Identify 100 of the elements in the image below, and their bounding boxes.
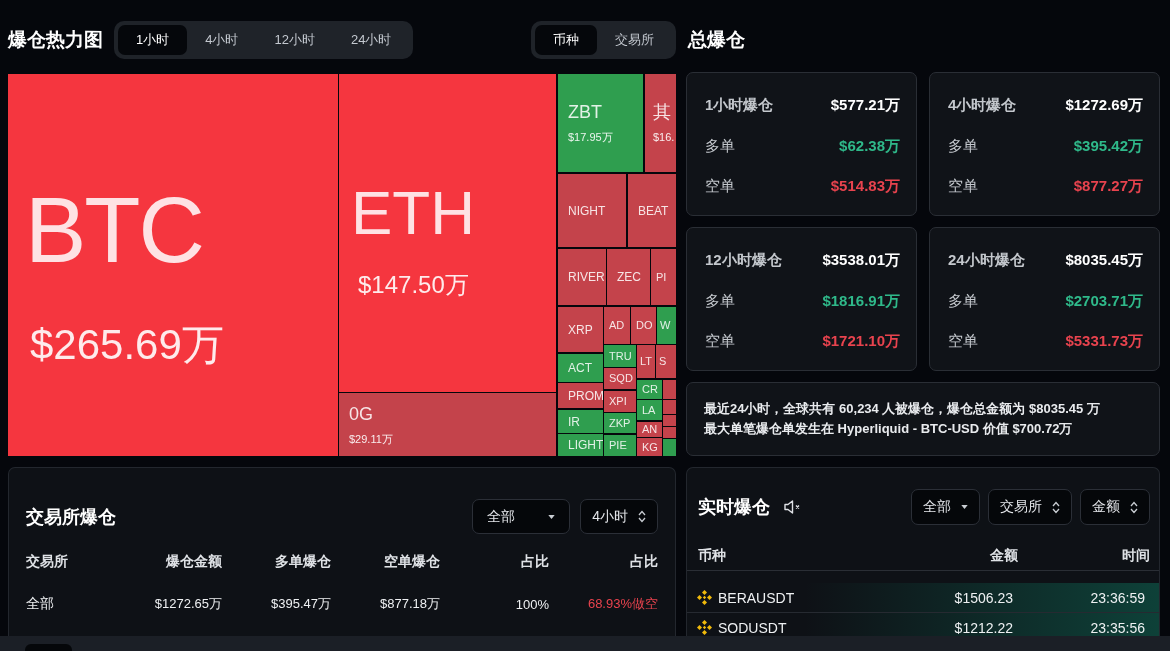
- coin-symbol: NIGHT: [568, 204, 606, 217]
- stat-value: $395.42万: [1073, 136, 1143, 156]
- section-title: 总爆仓: [688, 28, 745, 52]
- range-tab[interactable]: 4小时: [187, 25, 257, 55]
- stat-label: 空单: [705, 177, 735, 197]
- coin-symbol: BTC: [25, 184, 203, 276]
- panel-title: 实时爆仓: [698, 496, 770, 519]
- stat-value: $877.27万: [1073, 177, 1143, 197]
- summary-text: 最近24小时，全球共有 60,234 人被爆仓，爆仓总金额为 $8035.45 万: [704, 402, 1101, 416]
- coin-symbol: TRU: [609, 350, 632, 362]
- time-text: 23:35:56: [1089, 620, 1145, 635]
- coin-symbol: AN: [642, 424, 658, 435]
- column-header: 金额: [989, 546, 1018, 565]
- stat-value: $1816.91万: [822, 291, 900, 311]
- sort-arrows-icon: [1052, 500, 1060, 514]
- stat-label: 空单: [948, 177, 978, 197]
- column-header: 交易所: [26, 553, 69, 571]
- time-text: 23:36:59: [1089, 590, 1145, 605]
- caret-down-icon: [961, 505, 968, 509]
- sort-select[interactable]: 金额: [1080, 489, 1150, 525]
- stat-title: 4小时爆仓: [948, 95, 1017, 115]
- stat-label: 空单: [948, 332, 978, 352]
- stat-title: 24小时爆仓: [948, 250, 1025, 270]
- sort-arrows-icon: [638, 510, 646, 523]
- coin-symbol: 其: [653, 103, 671, 121]
- stat-label: 多单: [705, 291, 735, 311]
- coin-symbol: ETH: [351, 182, 475, 244]
- table-cell-text: 全部: [26, 595, 55, 613]
- sort-arrows-icon: [1130, 500, 1138, 514]
- column-header: 时间: [1121, 546, 1150, 565]
- liquidation-amount: $17.95万: [568, 132, 613, 143]
- range-tab[interactable]: 24小时: [332, 25, 410, 55]
- amount-text: $1212.22: [953, 620, 1013, 635]
- stat-value: $62.38万: [839, 136, 900, 156]
- coin-symbol: IR: [568, 415, 580, 428]
- diamond-cluster-icon: [697, 620, 712, 635]
- coin-symbol: ACT: [568, 362, 592, 374]
- coin-symbol: ZBT: [568, 103, 602, 121]
- coin-symbol: LT: [640, 356, 653, 367]
- stat-total: $1272.69万: [1065, 95, 1143, 115]
- coin-symbol: XPI: [609, 396, 627, 407]
- range-tab[interactable]: 1小时: [118, 25, 188, 55]
- table-cell-text: 100%: [514, 596, 549, 612]
- column-header: 爆仓金额: [165, 553, 222, 571]
- amount-text: $1506.23: [953, 590, 1013, 605]
- column-header: 空单爆仓: [383, 553, 440, 571]
- liquidation-amount: $147.50万: [358, 273, 469, 297]
- summary-text: 最大单笔爆仓单发生在 Hyperliquid - BTC-USD 价值 $700.72万: [704, 422, 1074, 436]
- coin-symbol: BEAT: [638, 204, 669, 217]
- stat-label: 多单: [705, 136, 735, 156]
- filter-dropdown[interactable]: 全部: [472, 499, 571, 534]
- coin-symbol: PROM: [568, 389, 603, 402]
- coin-symbol: W: [660, 320, 671, 331]
- stat-title: 1小时爆仓: [705, 95, 774, 115]
- table-cell-text: $877.18万: [379, 595, 440, 613]
- speaker-muted-icon[interactable]: [784, 499, 802, 515]
- coin-symbol: AD: [609, 320, 625, 331]
- coin-symbol: 0G: [349, 404, 373, 423]
- view-tab[interactable]: 币种: [535, 25, 597, 55]
- stat-total: $3538.01万: [822, 250, 900, 270]
- stat-label: 多单: [948, 291, 978, 311]
- stat-total: $577.21万: [830, 95, 900, 115]
- stat-total: $8035.45万: [1065, 250, 1143, 270]
- stat-label: 空单: [705, 332, 735, 352]
- table-cell-text: 68.93%做空: [586, 595, 658, 613]
- liquidation-amount: $16.: [653, 132, 675, 143]
- stat-value: $2703.71万: [1065, 291, 1143, 311]
- caret-down-icon: [548, 514, 556, 519]
- column-header: 多单爆仓: [274, 553, 331, 571]
- view-tab[interactable]: 交易所: [597, 25, 672, 55]
- page-title: 爆仓热力图: [8, 28, 103, 52]
- coin-symbol: S: [659, 356, 667, 367]
- panel-title: 交易所爆仓: [26, 505, 116, 529]
- coin-symbol: SQD: [609, 373, 633, 384]
- pair-symbol: BERAUSDT: [718, 590, 795, 605]
- filter-dropdown[interactable]: 全部: [911, 489, 980, 525]
- coin-symbol: PI: [656, 271, 667, 283]
- liquidation-amount: $265.69万: [30, 324, 224, 366]
- range-tab[interactable]: 12小时: [256, 25, 333, 55]
- table-cell-text: $395.47万: [270, 595, 331, 613]
- pair-symbol: SODUSDT: [718, 620, 787, 635]
- column-header: 占比: [629, 553, 658, 571]
- sort-select[interactable]: 交易所: [988, 489, 1072, 525]
- stat-value: $1721.10万: [822, 332, 900, 352]
- sort-select[interactable]: 4小时: [580, 499, 658, 534]
- stat-label: 多单: [948, 136, 978, 156]
- coin-symbol: KG: [642, 441, 658, 453]
- column-header: 币种: [698, 546, 727, 565]
- coin-symbol: ZKP: [609, 417, 631, 429]
- stat-value: $5331.73万: [1065, 332, 1143, 352]
- coin-symbol: LIGHT: [568, 439, 603, 451]
- coin-symbol: CR: [642, 384, 658, 395]
- coin-symbol: PIE: [609, 440, 627, 451]
- diamond-cluster-icon: [697, 590, 712, 605]
- coin-symbol: XRP: [568, 323, 593, 336]
- stat-title: 12小时爆仓: [705, 250, 782, 270]
- stat-value: $514.83万: [830, 177, 900, 197]
- coin-symbol: LA: [642, 404, 656, 416]
- column-header: 占比: [520, 553, 549, 571]
- table-cell-text: $1272.65万: [153, 595, 222, 613]
